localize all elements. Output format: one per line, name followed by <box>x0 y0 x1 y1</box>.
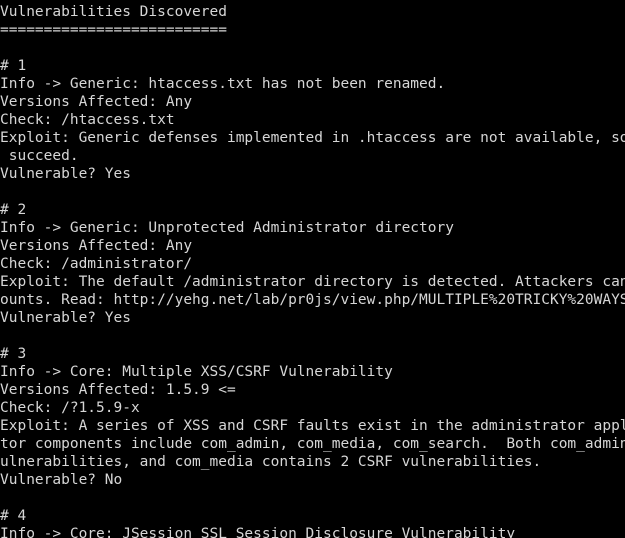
vuln-exploit: ounts. Read: http://yehg.net/lab/pr0js/v… <box>0 292 625 308</box>
vuln-number: # 3 <box>0 346 27 362</box>
vuln-versions: Versions Affected: 1.5.9 <= <box>0 382 236 398</box>
vuln-versions: Versions Affected: Any <box>0 238 193 254</box>
vuln-status: Vulnerable? Yes <box>0 310 131 326</box>
vuln-versions: Versions Affected: Any <box>0 94 193 110</box>
vuln-info: Info -> Core: JSession SSL Session Discl… <box>0 526 516 538</box>
vuln-exploit: Exploit: A series of XSS and CSRF faults… <box>0 418 625 434</box>
vuln-number: # 2 <box>0 202 27 218</box>
vuln-info: Info -> Generic: Unprotected Administrat… <box>0 220 454 236</box>
vuln-number: # 4 <box>0 508 27 524</box>
vuln-info: Info -> Core: Multiple XSS/CSRF Vulnerab… <box>0 364 393 380</box>
vuln-check: Check: /htaccess.txt <box>0 112 175 128</box>
vuln-check: Check: /?1.5.9-x <box>0 400 140 416</box>
vuln-status: Vulnerable? Yes <box>0 166 131 182</box>
terminal-output[interactable]: Vulnerabilities Discovered =============… <box>0 3 625 538</box>
vuln-status: Vulnerable? No <box>0 472 123 488</box>
vuln-exploit: Exploit: Generic defenses implemented in… <box>0 130 625 146</box>
vuln-check: Check: /administrator/ <box>0 256 193 272</box>
report-title: Vulnerabilities Discovered <box>0 4 227 20</box>
title-underline: ========================== <box>0 22 227 38</box>
vuln-exploit: Exploit: The default /administrator dire… <box>0 274 625 290</box>
vuln-number: # 1 <box>0 58 27 74</box>
vuln-exploit: ulnerabilities, and com_media contains 2… <box>0 454 542 470</box>
vuln-exploit: succeed. <box>0 148 79 164</box>
vuln-exploit: tor components include com_admin, com_me… <box>0 436 625 452</box>
vuln-info: Info -> Generic: htaccess.txt has not be… <box>0 76 446 92</box>
